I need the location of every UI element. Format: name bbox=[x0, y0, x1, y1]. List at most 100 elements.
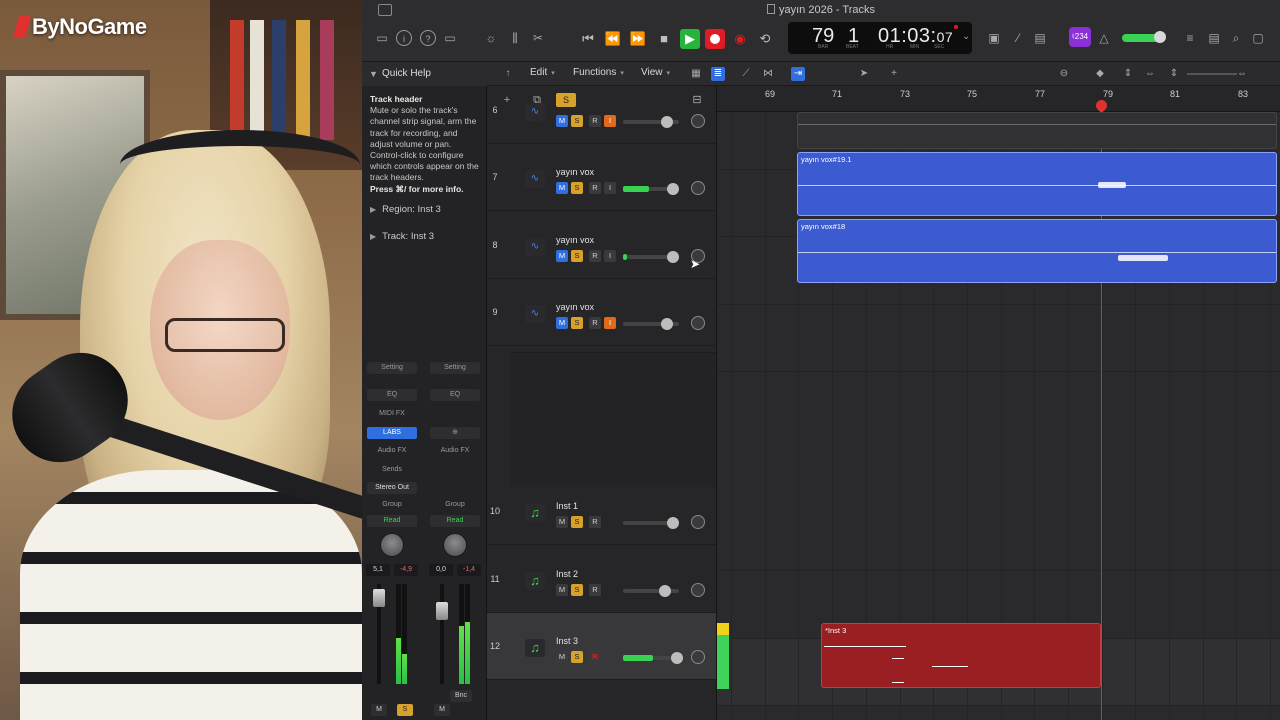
solo-button[interactable]: S bbox=[571, 182, 583, 194]
back-arrow-icon[interactable]: ↑ bbox=[501, 67, 515, 81]
solo-button[interactable]: S bbox=[571, 250, 583, 262]
cycle-button[interactable]: ⟲ bbox=[755, 29, 775, 49]
record-enable-button[interactable]: R bbox=[589, 317, 601, 329]
pan-knob[interactable] bbox=[443, 533, 467, 557]
volume-fader-cap[interactable] bbox=[373, 589, 385, 607]
library-icon[interactable]: ▭ bbox=[374, 30, 390, 46]
inspector-icon[interactable]: i bbox=[396, 30, 412, 46]
audio-region[interactable]: yayın vox#18 bbox=[797, 219, 1277, 283]
track-name[interactable]: Inst 1 bbox=[556, 501, 578, 511]
tuner-icon[interactable]: ▣ bbox=[986, 30, 1002, 46]
strip-solo-button[interactable]: S bbox=[397, 704, 413, 716]
list-view-icon[interactable]: ≣ bbox=[711, 67, 725, 81]
quick-help-icon[interactable]: ? bbox=[420, 30, 436, 46]
input-monitor-button[interactable]: I bbox=[604, 317, 616, 329]
track-header[interactable]: 7 ∿ yayın vox M S R I bbox=[487, 144, 716, 211]
track-header[interactable]: 6 ∿ M S R I bbox=[487, 86, 716, 144]
replace-record-icon[interactable]: ◉ bbox=[730, 29, 750, 49]
automation-icon[interactable]: ⟋ bbox=[739, 67, 753, 81]
pan-knob[interactable] bbox=[691, 583, 705, 597]
solo-button[interactable]: S bbox=[571, 516, 583, 528]
mute-button[interactable]: M bbox=[556, 516, 568, 528]
pan-knob[interactable] bbox=[691, 316, 705, 330]
mute-button[interactable]: M bbox=[556, 250, 568, 262]
mute-button[interactable]: M bbox=[556, 115, 568, 127]
automation-mode[interactable]: Read bbox=[367, 515, 417, 527]
toolbar-icon[interactable]: ▭ bbox=[442, 30, 458, 46]
browser-icon[interactable]: ▢ bbox=[1250, 30, 1266, 46]
solo-button[interactable]: S bbox=[571, 651, 583, 663]
volume-slider[interactable] bbox=[623, 183, 679, 195]
loop-browser-icon[interactable]: ⌕ bbox=[1228, 30, 1244, 46]
setting-slot[interactable]: Setting bbox=[367, 362, 417, 374]
flex-icon[interactable]: ⋈ bbox=[761, 67, 775, 81]
solo-button[interactable]: S bbox=[571, 317, 583, 329]
waveform-icon[interactable]: ∿ bbox=[525, 305, 545, 323]
setting-slot[interactable]: Setting bbox=[430, 362, 480, 374]
pan-knob[interactable] bbox=[691, 515, 705, 529]
chevron-down-icon[interactable]: ⌄ bbox=[962, 31, 970, 42]
horizontal-zoom-icon[interactable]: ⇔ bbox=[1143, 67, 1157, 81]
metronome-off-icon[interactable]: ⁄ bbox=[1010, 30, 1026, 46]
track-name[interactable]: yayın vox bbox=[556, 302, 594, 312]
pointer-tool-icon[interactable]: ➤ bbox=[857, 67, 871, 81]
stop-button[interactable]: ■ bbox=[654, 29, 674, 49]
record-enable-button[interactable]: R bbox=[589, 651, 601, 663]
track-inspector-disclosure[interactable]: ▶ Track: Inst 3 bbox=[370, 231, 485, 242]
volume-slider[interactable] bbox=[623, 251, 679, 263]
zoom-icon[interactable]: ⊖ bbox=[1057, 67, 1071, 81]
group-slot[interactable]: Group bbox=[367, 499, 417, 511]
audio-region[interactable]: yayın vox#19.1 bbox=[797, 152, 1277, 216]
sends-slot[interactable]: Sends bbox=[367, 464, 417, 476]
bounce-button[interactable]: Bnc bbox=[450, 690, 472, 702]
view-menu[interactable]: View ▾ bbox=[641, 67, 670, 78]
record-button[interactable] bbox=[705, 29, 725, 49]
solo-button[interactable]: S bbox=[571, 584, 583, 596]
volume-slider[interactable] bbox=[623, 318, 679, 330]
midi-note[interactable] bbox=[932, 666, 968, 667]
track-name[interactable]: yayın vox bbox=[556, 235, 594, 245]
track-lane[interactable] bbox=[717, 504, 1280, 571]
zoom-slider[interactable] bbox=[1187, 73, 1237, 75]
track-name[interactable]: Inst 3 bbox=[556, 636, 578, 646]
waveform-icon[interactable]: ∿ bbox=[525, 103, 545, 121]
record-enable-button[interactable]: R bbox=[589, 250, 601, 262]
midi-note[interactable] bbox=[892, 682, 904, 683]
mute-button[interactable]: M bbox=[556, 651, 568, 663]
audio-fx-slot[interactable]: Audio FX bbox=[430, 445, 480, 457]
link-icon[interactable]: ⊕ bbox=[430, 427, 480, 439]
functions-menu[interactable]: Functions ▾ bbox=[573, 67, 624, 78]
mute-button[interactable]: M bbox=[556, 317, 568, 329]
mute-button[interactable]: M bbox=[556, 182, 568, 194]
volume-slider[interactable] bbox=[623, 517, 679, 529]
midi-region[interactable]: *Inst 3 bbox=[821, 623, 1101, 688]
mute-button[interactable]: M bbox=[556, 584, 568, 596]
strip-mute-button[interactable]: M bbox=[434, 704, 450, 716]
audio-fx-slot[interactable]: Audio FX bbox=[367, 445, 417, 457]
volume-fader-cap[interactable] bbox=[436, 602, 448, 620]
catch-icon[interactable]: ⇥ bbox=[791, 67, 805, 81]
sidebar-toggle-icon[interactable] bbox=[378, 4, 392, 16]
vertical-zoom-icon[interactable]: ⇕ bbox=[1121, 67, 1135, 81]
output-slot[interactable]: Stereo Out bbox=[367, 482, 417, 494]
solo-button[interactable]: S bbox=[571, 115, 583, 127]
track-header[interactable]: 11 ♫ Inst 2 MSR bbox=[487, 546, 716, 613]
eq-slot[interactable]: EQ bbox=[430, 389, 480, 401]
eq-slot[interactable]: EQ bbox=[367, 389, 417, 401]
audio-region[interactable] bbox=[797, 112, 1277, 149]
track-name[interactable]: yayın vox bbox=[556, 167, 594, 177]
pan-knob[interactable] bbox=[691, 114, 705, 128]
waveform-icon[interactable]: ∿ bbox=[525, 170, 545, 188]
waveform-zoom-icon[interactable]: ◆ bbox=[1093, 67, 1107, 81]
horizontal-zoom-icon-2[interactable]: ⇔ bbox=[1235, 67, 1249, 81]
record-enable-button[interactable]: R bbox=[589, 182, 601, 194]
pan-knob[interactable] bbox=[691, 650, 705, 664]
track-header[interactable]: 10 ♫ Inst 1 MSR bbox=[487, 478, 716, 545]
track-header[interactable]: 12 ♫ Inst 3 MSR bbox=[487, 613, 716, 680]
grid-icon[interactable]: ▦ bbox=[689, 67, 703, 81]
pan-knob[interactable] bbox=[691, 181, 705, 195]
editors-icon[interactable]: ✂ bbox=[530, 30, 546, 46]
master-volume-knob[interactable] bbox=[1154, 31, 1166, 43]
pan-knob[interactable] bbox=[380, 533, 404, 557]
track-lane[interactable] bbox=[717, 305, 1280, 372]
